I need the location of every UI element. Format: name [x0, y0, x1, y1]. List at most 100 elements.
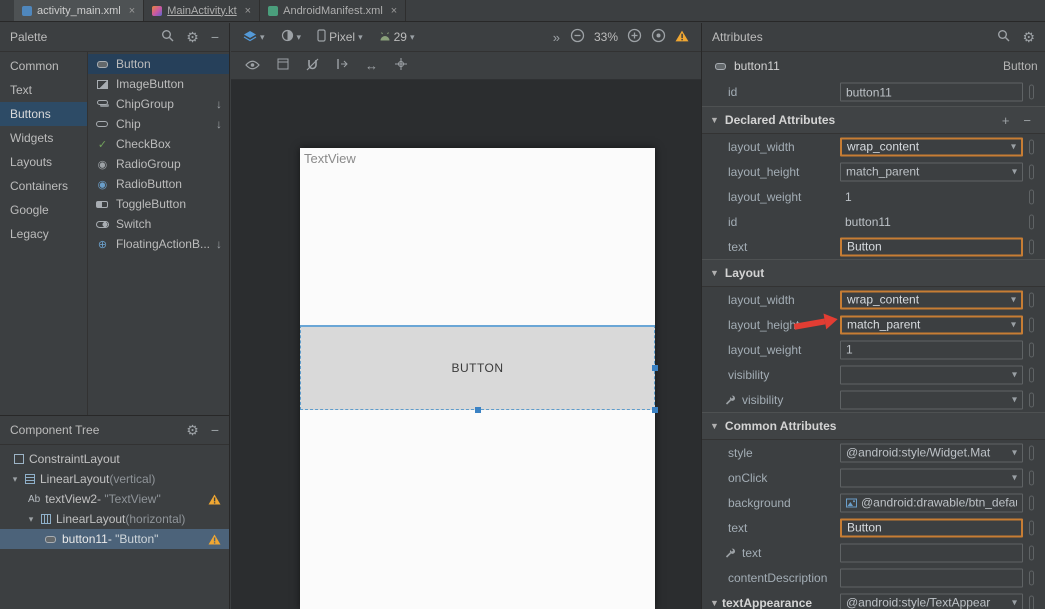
section-layout[interactable]: ▼ Layout [702, 259, 1045, 287]
resource-picker-button[interactable] [1029, 470, 1034, 485]
canvas-textview[interactable]: TextView [304, 151, 356, 166]
api-selector[interactable]: 29 ▾ [379, 30, 415, 44]
palette-item-radiobutton[interactable]: ◉ RadioButton [88, 174, 229, 194]
category-legacy[interactable]: Legacy [0, 222, 87, 246]
textappearance-dropdown[interactable]: @android:style/TextAppear▾ [840, 593, 1023, 609]
tree-item-linearlayout-horizontal[interactable]: ▾ LinearLayout(horizontal) [0, 509, 229, 529]
id-value[interactable]: button11 [845, 215, 891, 229]
category-common[interactable]: Common [0, 54, 87, 78]
zoom-out-button[interactable] [570, 28, 585, 46]
layout-weight-input[interactable]: 1 [840, 340, 1023, 359]
layout-width-dropdown[interactable]: wrap_content▾ [840, 137, 1023, 156]
resource-picker-button[interactable] [1029, 495, 1034, 510]
view-options-eye-icon[interactable] [245, 59, 260, 73]
minimize-icon[interactable]: − [211, 30, 219, 44]
add-attribute-button[interactable]: + [1002, 113, 1010, 128]
close-icon[interactable]: × [129, 5, 135, 17]
palette-item-imagebutton[interactable]: ImageButton [88, 74, 229, 94]
tab-activity-main-xml[interactable]: activity_main.xml × [14, 0, 144, 21]
selection-handle-right[interactable] [652, 365, 658, 371]
clear-constraints-arrows-icon[interactable]: ↔ [365, 58, 378, 73]
resource-picker-button[interactable] [1029, 595, 1034, 609]
chevron-down-icon[interactable]: ▾ [26, 514, 36, 525]
tab-androidmanifest-xml[interactable]: AndroidManifest.xml × [260, 0, 406, 21]
style-dropdown[interactable]: @android:style/Widget.Mat▾ [840, 443, 1023, 462]
resource-picker-button[interactable] [1029, 85, 1034, 100]
design-mode-selector[interactable]: ▾ [243, 30, 265, 45]
contentdescription-input[interactable] [840, 568, 1023, 587]
search-icon[interactable] [997, 29, 1010, 45]
palette-item-radiogroup[interactable]: ◉ RadioGroup [88, 154, 229, 174]
category-containers[interactable]: Containers [0, 174, 87, 198]
palette-item-chipgroup[interactable]: ChipGroup ↓ [88, 94, 229, 114]
zoom-to-fit-button[interactable] [651, 28, 666, 46]
category-layouts[interactable]: Layouts [0, 150, 87, 174]
text-input[interactable]: Button [840, 237, 1023, 256]
palette-item-checkbox[interactable]: ✓ CheckBox [88, 134, 229, 154]
category-text[interactable]: Text [0, 78, 87, 102]
resource-picker-button[interactable] [1029, 189, 1034, 204]
resource-picker-button[interactable] [1029, 139, 1034, 154]
resource-picker-button[interactable] [1029, 214, 1034, 229]
layout-height-dropdown[interactable]: match_parent▾ [840, 315, 1023, 334]
resource-picker-button[interactable] [1029, 164, 1034, 179]
zoom-in-button[interactable] [627, 28, 642, 46]
chevron-down-icon[interactable]: ▾ [10, 474, 20, 485]
resource-picker-button[interactable] [1029, 317, 1034, 332]
resource-picker-button[interactable] [1029, 292, 1034, 307]
palette-item-button[interactable]: Button [88, 54, 229, 74]
palette-item-chip[interactable]: Chip ↓ [88, 114, 229, 134]
tab-mainactivity-kt[interactable]: MainActivity.kt × [144, 0, 260, 21]
selection-handle-bottom[interactable] [475, 407, 481, 413]
onclick-dropdown[interactable]: ▾ [840, 468, 1023, 487]
background-input[interactable]: @android:drawable/btn_defau [840, 493, 1023, 512]
search-icon[interactable] [161, 29, 174, 45]
resource-picker-button[interactable] [1029, 570, 1034, 585]
text-input[interactable]: Button [840, 518, 1023, 537]
orientation-selector[interactable]: ▾ [281, 29, 302, 45]
category-google[interactable]: Google [0, 198, 87, 222]
resource-picker-button[interactable] [1029, 445, 1034, 460]
warning-icon[interactable] [675, 30, 689, 45]
resource-picker-button[interactable] [1029, 367, 1034, 382]
tools-visibility-dropdown[interactable]: ▾ [840, 390, 1023, 409]
device-selector[interactable]: Pixel ▾ [317, 29, 363, 45]
selected-button-element[interactable]: BUTTON [300, 325, 655, 410]
layout-width-dropdown[interactable]: wrap_content▾ [840, 290, 1023, 309]
resource-picker-button[interactable] [1029, 545, 1034, 560]
autoconnect-magnet-icon[interactable] [306, 58, 319, 74]
section-declared-attributes[interactable]: ▼ Declared Attributes + − [702, 106, 1045, 134]
chevron-down-icon[interactable]: ▼ [710, 598, 719, 608]
minimize-icon[interactable]: − [211, 423, 219, 437]
layout-canvas[interactable]: TextView BUTTON [300, 148, 655, 609]
category-buttons[interactable]: Buttons [0, 102, 87, 126]
tree-item-constraintlayout[interactable]: ConstraintLayout [0, 449, 229, 469]
resource-picker-button[interactable] [1029, 342, 1034, 357]
blueprint-frame-icon[interactable] [277, 58, 289, 73]
layout-weight-value[interactable]: 1 [845, 190, 852, 204]
palette-item-switch[interactable]: Switch [88, 214, 229, 234]
visibility-dropdown[interactable]: ▾ [840, 365, 1023, 384]
palette-item-floatingactionbutton[interactable]: ⊕ FloatingActionB... ↓ [88, 234, 229, 254]
resource-picker-button[interactable] [1029, 239, 1034, 254]
resource-picker-button[interactable] [1029, 520, 1034, 535]
guidelines-icon[interactable] [395, 58, 407, 73]
close-icon[interactable]: × [391, 5, 397, 17]
gear-icon[interactable]: ⚙ [1022, 30, 1035, 44]
tree-item-linearlayout-vertical[interactable]: ▾ LinearLayout(vertical) [0, 469, 229, 489]
category-widgets[interactable]: Widgets [0, 126, 87, 150]
layout-height-dropdown[interactable]: match_parent▾ [840, 162, 1023, 181]
id-input[interactable]: button11 [840, 83, 1023, 102]
close-icon[interactable]: × [245, 5, 251, 17]
tree-item-textview2[interactable]: Ab textView2- "TextView" [0, 489, 229, 509]
section-common-attributes[interactable]: ▼ Common Attributes [702, 412, 1045, 440]
palette-item-togglebutton[interactable]: ToggleButton [88, 194, 229, 214]
default-margins-icon[interactable] [336, 58, 348, 73]
remove-attribute-button[interactable]: − [1023, 113, 1031, 128]
tools-text-input[interactable] [840, 543, 1023, 562]
gear-icon[interactable]: ⚙ [186, 423, 199, 437]
resource-picker-button[interactable] [1029, 392, 1034, 407]
gear-icon[interactable]: ⚙ [186, 30, 199, 44]
tree-item-button11[interactable]: button11- "Button" [0, 529, 229, 549]
toolbar-overflow-icon[interactable]: » [553, 30, 559, 45]
